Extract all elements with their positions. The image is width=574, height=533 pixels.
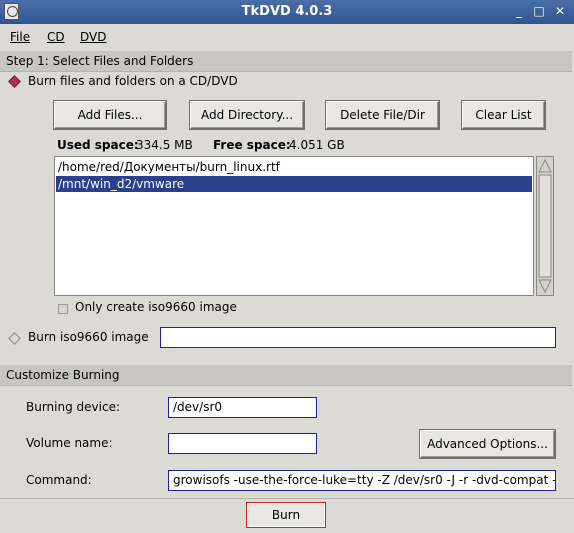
- radio-burn-iso-label[interactable]: Burn iso9660 image: [28, 330, 149, 344]
- burning-device-input[interactable]: /dev/sr0: [168, 397, 317, 418]
- command-label: Command:: [26, 473, 92, 487]
- step1-header: Step 1: Select Files and Folders: [0, 51, 572, 72]
- minimize-icon[interactable]: _: [512, 4, 526, 18]
- window-title: TkDVD 4.0.3: [241, 4, 333, 19]
- burning-device-label: Burning device:: [26, 400, 120, 414]
- scroll-thumb[interactable]: [538, 174, 552, 278]
- advanced-options-button[interactable]: Advanced Options...: [420, 430, 555, 458]
- divider: [0, 498, 574, 499]
- add-directory-button[interactable]: Add Directory...: [190, 101, 304, 129]
- volume-name-label: Volume name:: [26, 436, 113, 450]
- used-space-value: 334.5 MB: [136, 138, 193, 152]
- burn-button[interactable]: Burn: [246, 502, 326, 528]
- list-item[interactable]: /mnt/win_d2/vmware: [56, 176, 532, 192]
- file-list[interactable]: /home/red/Документы/burn_linux.rtf /mnt/…: [54, 156, 534, 296]
- menu-cd[interactable]: CD: [47, 30, 65, 44]
- close-icon[interactable]: ✕: [553, 4, 567, 18]
- iso-path-input[interactable]: [160, 327, 556, 348]
- title-bar[interactable]: TkDVD 4.0.3 _ □ ✕: [0, 0, 574, 24]
- volume-name-input[interactable]: [168, 433, 317, 454]
- free-space-value: 4.051 GB: [289, 138, 345, 152]
- customize-header: Customize Burning: [0, 365, 572, 386]
- delete-file-button[interactable]: Delete File/Dir: [326, 101, 439, 129]
- step1-header-label: Step 1: Select Files and Folders: [6, 54, 194, 68]
- menu-bar: File CD DVD: [0, 24, 574, 50]
- add-files-button[interactable]: Add Files...: [54, 101, 166, 129]
- scroll-down-icon[interactable]: [538, 279, 552, 294]
- iso-only-checkbox[interactable]: [58, 304, 68, 314]
- radio-burn-iso-icon[interactable]: [8, 332, 21, 345]
- command-input[interactable]: growisofs -use-the-force-luke=tty -Z /de…: [168, 470, 556, 491]
- menu-file[interactable]: File: [10, 30, 30, 44]
- customize-header-label: Customize Burning: [6, 368, 120, 382]
- used-space-label: Used space:: [57, 138, 139, 152]
- free-space-label: Free space:: [213, 138, 291, 152]
- menu-dvd[interactable]: DVD: [80, 30, 106, 44]
- maximize-icon[interactable]: □: [532, 4, 546, 18]
- file-list-scrollbar[interactable]: [536, 156, 554, 296]
- radio-burn-files-icon[interactable]: [8, 75, 21, 88]
- clear-list-button[interactable]: Clear List: [462, 101, 545, 129]
- scroll-up-icon[interactable]: [538, 158, 552, 173]
- iso-only-label[interactable]: Only create iso9660 image: [75, 300, 237, 314]
- radio-burn-files-label[interactable]: Burn files and folders on a CD/DVD: [28, 74, 238, 88]
- list-item[interactable]: /home/red/Документы/burn_linux.rtf: [56, 159, 532, 175]
